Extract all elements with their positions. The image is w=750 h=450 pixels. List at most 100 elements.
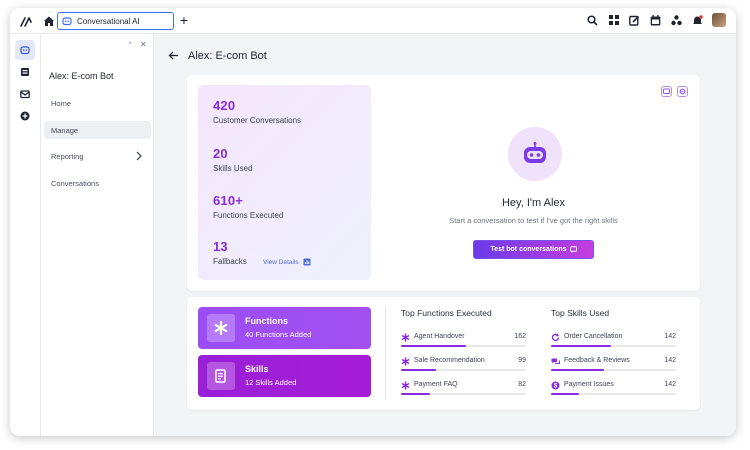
summary-card: Functions 40 Functions Added Skills 12 S…	[187, 297, 700, 410]
collapse-icon[interactable]: ⁺	[128, 40, 132, 49]
feedback-icon	[551, 358, 560, 364]
nav-item-conversations[interactable]: Conversations	[44, 174, 151, 192]
function-label: Agent Handover	[414, 333, 465, 340]
rail-inbox[interactable]	[15, 84, 35, 104]
test-bot-button[interactable]: Test bot conversations	[473, 240, 594, 259]
function-label: Payment FAQ	[414, 381, 458, 388]
overview-card: 420 Customer Conversations 20 Skills Use…	[187, 75, 700, 291]
chat-preview-button[interactable]	[661, 86, 672, 97]
grid-icon[interactable]	[607, 14, 620, 27]
function-value: 82	[518, 381, 526, 388]
refresh-icon	[551, 333, 560, 342]
tile-subtitle: 12 Skills Added	[245, 378, 297, 387]
nav-item-manage[interactable]: Manage	[44, 121, 151, 139]
notification-icon[interactable]	[691, 14, 704, 27]
back-arrow-icon[interactable]	[168, 50, 179, 61]
nav-item-label: Reporting	[51, 151, 84, 161]
nav-item-home[interactable]: Home	[44, 94, 151, 112]
inbox-icon	[20, 90, 30, 99]
search-icon[interactable]	[586, 14, 599, 27]
progress-fill	[401, 345, 466, 347]
stat-value: 13	[213, 239, 228, 254]
skill-row: $ Payment Issues 142	[551, 380, 676, 395]
function-value: 99	[518, 357, 526, 364]
nav-panel: ⁺ ✕ Alex: E-com Bot Home Manage Reportin…	[41, 34, 154, 436]
chat-bot-icon	[62, 17, 72, 26]
stat-label: Functions Executed	[213, 211, 284, 220]
tab-conversational-ai[interactable]: Conversational AI	[57, 12, 174, 30]
progress-fill	[401, 393, 430, 395]
stat-skills-used: 20 Skills Used	[213, 146, 253, 173]
skill-label: Feedback & Reviews	[564, 357, 630, 364]
bot-avatar	[508, 127, 562, 181]
top-bar: Conversational AI +	[10, 8, 736, 34]
progress-fill	[551, 393, 579, 395]
progress-track	[551, 345, 676, 347]
home-icon[interactable]	[43, 15, 55, 27]
gear-icon	[679, 88, 686, 95]
asterisk-icon	[207, 314, 235, 342]
calendar-icon[interactable]	[649, 14, 662, 27]
stat-label: Skills Used	[213, 164, 253, 173]
app-logo-icon[interactable]	[19, 14, 33, 28]
skill-row: Order Cancellation 142	[551, 332, 676, 347]
tile-title: Functions	[245, 316, 288, 326]
divider	[385, 307, 386, 400]
stat-fallbacks: 13 Fallbacks	[213, 239, 247, 266]
skill-value: 142	[664, 333, 676, 340]
toolbar	[586, 13, 726, 27]
app-window: Conversational AI + ⁺ ✕ Alex: E-com Bot …	[10, 8, 736, 436]
asterisk-icon	[401, 357, 410, 366]
stat-value: 610+	[213, 193, 244, 208]
rail-chat-bot[interactable]	[15, 40, 35, 60]
settings-button[interactable]	[677, 86, 688, 97]
catalog-icon	[21, 68, 29, 76]
nav-item-reporting[interactable]: Reporting	[44, 147, 151, 165]
progress-fill	[551, 345, 611, 347]
skills-tile[interactable]: Skills 12 Skills Added	[198, 355, 371, 397]
stat-label: Fallbacks	[213, 257, 247, 266]
avatar[interactable]	[712, 13, 726, 27]
skill-label: Payment Issues	[564, 381, 614, 388]
chevron-right-icon	[136, 151, 142, 161]
stat-customer-conversations: 420 Customer Conversations	[213, 98, 301, 125]
new-tab-button[interactable]: +	[178, 12, 190, 28]
stats-panel: 420 Customer Conversations 20 Skills Use…	[198, 85, 371, 280]
add-circle-icon	[20, 111, 30, 121]
function-row: Agent Handover 162	[401, 332, 526, 347]
tile-subtitle: 40 Functions Added	[245, 330, 312, 339]
stat-label: Customer Conversations	[213, 116, 302, 125]
asterisk-icon	[401, 333, 410, 342]
greeting-subtitle: Start a conversation to test if I've got…	[449, 216, 618, 225]
function-row: Payment FAQ 82	[401, 380, 526, 395]
progress-track	[551, 393, 676, 395]
stat-functions-executed: 610+ Functions Executed	[213, 193, 283, 220]
skill-value: 142	[664, 357, 676, 364]
bot-icon	[524, 142, 546, 163]
rail-catalog[interactable]	[15, 62, 35, 82]
progress-track	[401, 369, 526, 371]
test-bot-label: Test bot conversations	[490, 246, 567, 253]
stat-value: 20	[213, 146, 228, 161]
main-content: Alex: E-com Bot 420 Customer Conversatio…	[154, 34, 736, 436]
functions-tile[interactable]: Functions 40 Functions Added	[198, 307, 371, 349]
progress-track	[401, 393, 526, 395]
top-functions-title: Top Functions Executed	[401, 308, 492, 318]
report-icon	[303, 258, 311, 266]
skill-row: Feedback & Reviews 142	[551, 356, 676, 371]
view-details-label: View Details	[263, 258, 299, 266]
close-icon[interactable]: ✕	[140, 40, 147, 49]
skills-doc-icon	[207, 362, 235, 390]
compose-icon[interactable]	[628, 14, 641, 27]
chat-icon	[663, 88, 670, 94]
apps-icon[interactable]	[670, 14, 683, 27]
greeting: Hey, I'm Alex	[501, 197, 566, 209]
payment-icon: $	[551, 381, 560, 390]
rail-add[interactable]	[15, 106, 35, 126]
nav-title: Alex: E-com Bot	[49, 71, 114, 81]
view-details-link[interactable]: View Details	[263, 258, 311, 266]
progress-fill	[401, 369, 436, 371]
chat-test-icon	[569, 246, 577, 253]
skill-label: Order Cancellation	[564, 333, 623, 340]
tab-label: Conversational AI	[77, 16, 140, 26]
